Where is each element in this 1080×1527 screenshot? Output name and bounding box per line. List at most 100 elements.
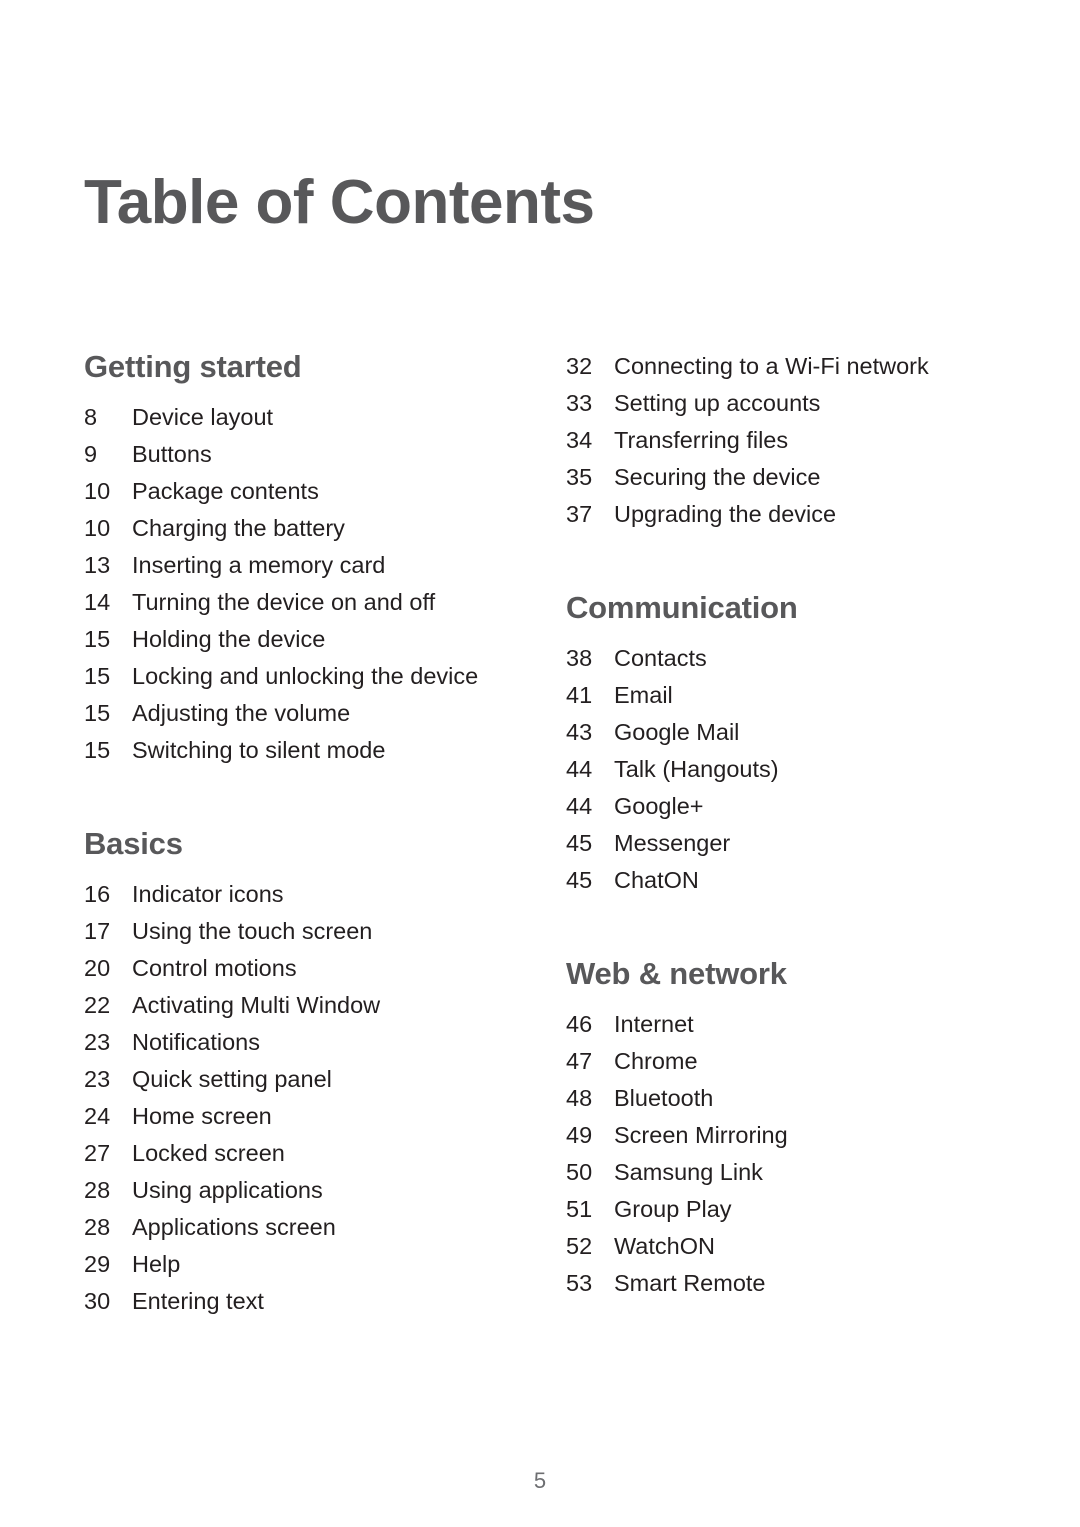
toc-entry[interactable]: 46 Internet bbox=[566, 1006, 1006, 1043]
toc-entry-label: Using applications bbox=[132, 1177, 323, 1204]
toc-entry-label: Connecting to a Wi-Fi network bbox=[614, 353, 929, 379]
toc-entry-label: Holding the device bbox=[132, 626, 326, 653]
toc-section: Basics 16 Indicator icons 17 Using the touch… bbox=[84, 825, 544, 1320]
toc-entry-label: Internet bbox=[614, 1011, 694, 1038]
toc-entry-page-number: 34 bbox=[566, 427, 593, 453]
toc-entry-label: Upgrading the device bbox=[614, 501, 837, 527]
toc-entry-page-number: 30 bbox=[84, 1288, 111, 1315]
toc-entry-page-number: 28 bbox=[84, 1214, 111, 1241]
toc-entry-page-number: 24 bbox=[84, 1103, 111, 1130]
toc-entry[interactable]: 23 Quick setting panel bbox=[84, 1061, 544, 1098]
toc-entry[interactable]: 47 Chrome bbox=[566, 1043, 1006, 1080]
toc-column-right: 32 Connecting to a Wi-Fi network 33 Setting… bbox=[566, 348, 1006, 1302]
toc-list: 38 Contacts 41 Email 43 Google Mail 44 Talk (Ha… bbox=[566, 640, 1006, 899]
page-number: 5 bbox=[533, 1468, 547, 1493]
toc-entry-page-number: 15 bbox=[84, 700, 111, 727]
toc-entry-page-number: 43 bbox=[566, 719, 593, 746]
toc-entry-label: Charging the battery bbox=[132, 515, 345, 542]
toc-entry[interactable]: 30 Entering text bbox=[84, 1283, 544, 1320]
toc-entry[interactable]: 15 Locking and unlocking the device bbox=[84, 658, 544, 695]
toc-entry-page-number: 45 bbox=[566, 867, 593, 894]
toc-entry[interactable]: 49 Screen Mirroring bbox=[566, 1117, 1006, 1154]
toc-entry[interactable]: 28 Applications screen bbox=[84, 1209, 544, 1246]
toc-entry[interactable]: 52 WatchON bbox=[566, 1228, 1006, 1265]
toc-entry[interactable]: 13 Inserting a memory card bbox=[84, 547, 544, 584]
toc-entry-page-number: 53 bbox=[566, 1270, 593, 1297]
toc-entry-label: Locking and unlocking the device bbox=[132, 663, 479, 690]
toc-entry[interactable]: 17 Using the touch screen bbox=[84, 913, 544, 950]
toc-entry-label: Device layout bbox=[132, 404, 274, 431]
toc-entry-label: Group Play bbox=[614, 1196, 732, 1223]
toc-entry-label: Transferring files bbox=[614, 427, 789, 453]
toc-entry-page-number: 41 bbox=[566, 682, 593, 709]
toc-section: 32 Connecting to a Wi-Fi network 33 Setting… bbox=[566, 348, 1006, 533]
toc-entry-label: Control motions bbox=[132, 955, 297, 982]
toc-entry-page-number: 15 bbox=[84, 626, 111, 653]
toc-entry[interactable]: 15 Switching to silent mode bbox=[84, 732, 544, 769]
toc-entry-page-number: 22 bbox=[84, 992, 111, 1019]
toc-entry-page-number: 17 bbox=[84, 918, 111, 945]
toc-section-heading: Getting started bbox=[84, 349, 302, 384]
toc-list: 8 Device layout 9 Buttons 10 Package contents… bbox=[84, 399, 544, 769]
toc-entry-page-number: 14 bbox=[84, 589, 111, 616]
toc-entry-page-number: 38 bbox=[566, 645, 593, 672]
toc-list: 32 Connecting to a Wi-Fi network 33 Setting… bbox=[566, 348, 1006, 533]
toc-entry[interactable]: 27 Locked screen bbox=[84, 1135, 544, 1172]
toc-section-heading: Communication bbox=[566, 590, 798, 625]
toc-entry-label: Google+ bbox=[614, 793, 704, 820]
toc-entry-page-number: 27 bbox=[84, 1140, 111, 1167]
toc-entry-label: Applications screen bbox=[132, 1214, 336, 1241]
toc-entry[interactable]: 15 Holding the device bbox=[84, 621, 544, 658]
toc-entry[interactable]: 10 Charging the battery bbox=[84, 510, 544, 547]
toc-entry[interactable]: 45 Messenger bbox=[566, 825, 1006, 862]
toc-entry[interactable]: 9 Buttons bbox=[84, 436, 544, 473]
toc-entry[interactable]: 48 Bluetooth bbox=[566, 1080, 1006, 1117]
toc-entry-label: Talk (Hangouts) bbox=[614, 756, 779, 783]
toc-entry[interactable]: 41 Email bbox=[566, 677, 1006, 714]
toc-entry-label: Switching to silent mode bbox=[132, 737, 386, 764]
toc-entry[interactable]: 10 Package contents bbox=[84, 473, 544, 510]
toc-entry[interactable]: 23 Notifications bbox=[84, 1024, 544, 1061]
toc-entry-page-number: 49 bbox=[566, 1122, 593, 1149]
toc-entry[interactable]: 8 Device layout bbox=[84, 399, 544, 436]
toc-entry-label: Help bbox=[132, 1251, 181, 1278]
toc-entry[interactable]: 29 Help bbox=[84, 1246, 544, 1283]
toc-entry[interactable]: 37 Upgrading the device bbox=[566, 496, 1006, 533]
toc-entry-label: Contacts bbox=[614, 645, 707, 672]
toc-entry[interactable]: 28 Using applications bbox=[84, 1172, 544, 1209]
toc-entry[interactable]: 20 Control motions bbox=[84, 950, 544, 987]
toc-entry[interactable]: 43 Google Mail bbox=[566, 714, 1006, 751]
toc-entry-page-number: 32 bbox=[566, 353, 593, 379]
toc-entry-page-number: 33 bbox=[566, 390, 593, 416]
toc-entry[interactable]: 24 Home screen bbox=[84, 1098, 544, 1135]
toc-entry-label: Securing the device bbox=[614, 464, 821, 490]
toc-entry[interactable]: 38 Contacts bbox=[566, 640, 1006, 677]
toc-entry-label: Messenger bbox=[614, 830, 731, 857]
toc-list: 46 Internet 47 Chrome 48 Bluetooth 49 Screen Mi… bbox=[566, 1006, 1006, 1302]
toc-entry-page-number: 47 bbox=[566, 1048, 593, 1075]
toc-entry[interactable]: 35 Securing the device bbox=[566, 459, 1006, 496]
toc-entry[interactable]: 34 Transferring files bbox=[566, 422, 1006, 459]
toc-entry[interactable]: 32 Connecting to a Wi-Fi network bbox=[566, 348, 1006, 385]
toc-entry-page-number: 16 bbox=[84, 881, 111, 908]
toc-section-heading: Basics bbox=[84, 826, 183, 862]
toc-entry[interactable]: 22 Activating Multi Window bbox=[84, 987, 544, 1024]
toc-entry[interactable]: 44 Google+ bbox=[566, 788, 1006, 825]
toc-entry-label: Setting up accounts bbox=[614, 390, 821, 416]
toc-entry-page-number: 23 bbox=[84, 1066, 111, 1093]
toc-entry-page-number: 51 bbox=[566, 1196, 593, 1223]
toc-entry-page-number: 13 bbox=[84, 552, 111, 579]
toc-entry[interactable]: 44 Talk (Hangouts) bbox=[566, 751, 1006, 788]
toc-entry[interactable]: 51 Group Play bbox=[566, 1191, 1006, 1228]
toc-entry[interactable]: 33 Setting up accounts bbox=[566, 385, 1006, 422]
toc-entry-label: Screen Mirroring bbox=[614, 1122, 788, 1149]
toc-entry[interactable]: 15 Adjusting the volume bbox=[84, 695, 544, 732]
toc-entry-page-number: 15 bbox=[84, 663, 111, 690]
toc-entry[interactable]: 45 ChatON bbox=[566, 862, 1006, 899]
toc-entry[interactable]: 14 Turning the device on and off bbox=[84, 584, 544, 621]
toc-entry[interactable]: 53 Smart Remote bbox=[566, 1265, 1006, 1302]
toc-entry-label: Using the touch screen bbox=[132, 918, 373, 945]
toc-entry-label: Home screen bbox=[132, 1103, 272, 1130]
toc-entry[interactable]: 50 Samsung Link bbox=[566, 1154, 1006, 1191]
toc-entry[interactable]: 16 Indicator icons bbox=[84, 876, 544, 913]
